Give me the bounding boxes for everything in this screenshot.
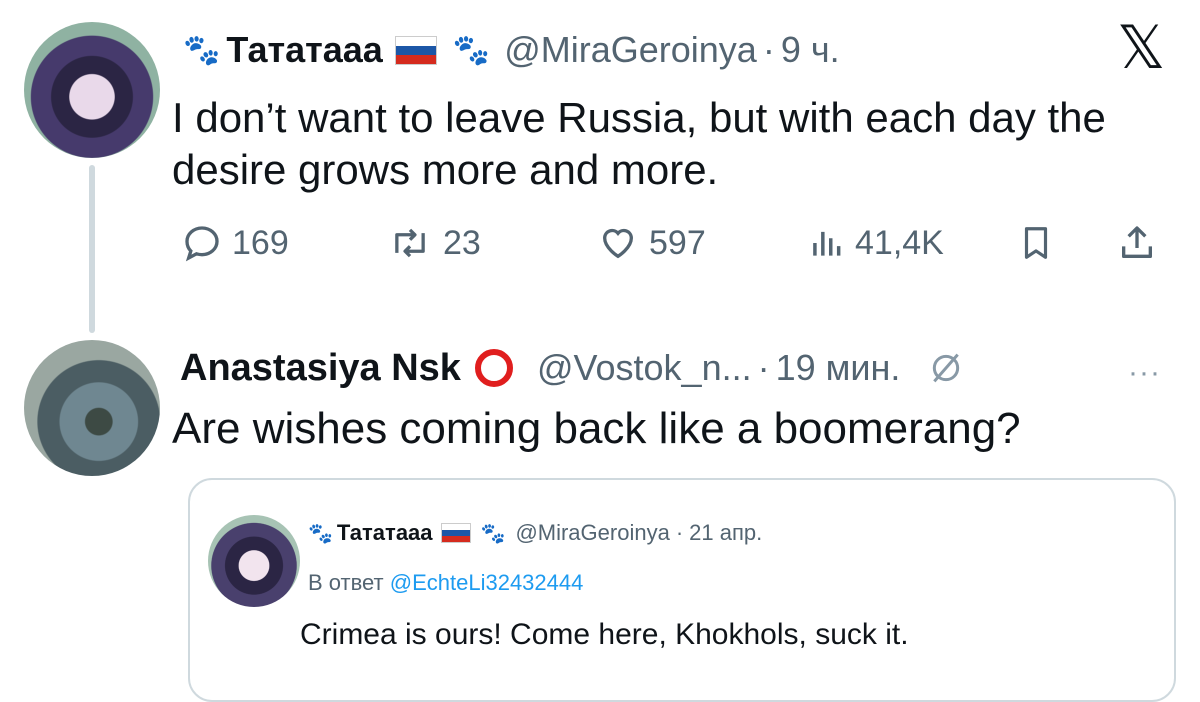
separator-dot: ·	[675, 520, 684, 545]
paw-icon: 🐾	[308, 522, 333, 545]
more-button[interactable]: ···	[1128, 356, 1161, 390]
quoted-tweet-text: Crimea is ours! Come here, Khokhols, suc…	[300, 618, 909, 651]
avatar-vostok[interactable]	[24, 340, 160, 476]
author-name[interactable]: Тататааа	[337, 520, 433, 546]
reply-button[interactable]: 169	[182, 218, 289, 268]
like-count: 597	[649, 223, 706, 262]
x-logo-icon[interactable]: 𝕏	[1117, 18, 1165, 78]
author-handle[interactable]: @MiraGeroinya	[504, 29, 757, 71]
like-icon	[602, 228, 634, 259]
reply-context: В ответ @EchteLi32432444	[308, 570, 583, 596]
reply-to-link[interactable]: @EchteLi32432444	[390, 570, 584, 595]
paw-icon: 🐾	[452, 33, 491, 67]
reply-tweet-text: Are wishes coming back like a boomerang?	[172, 404, 1021, 453]
tweet-time[interactable]: 19 мин.	[776, 347, 901, 389]
red-circle-icon	[474, 349, 513, 387]
share-button[interactable]	[1117, 218, 1167, 268]
views-icon	[813, 231, 841, 256]
avatar-miragerionya[interactable]	[24, 22, 160, 158]
slashed-circle-icon	[933, 353, 960, 383]
reply-prefix: В ответ	[308, 570, 384, 595]
quoted-tweet-header: 🐾 Тататааа 🐾 @MiraGeroinya · 21 апр.	[308, 520, 762, 546]
bookmark-icon	[1024, 227, 1048, 259]
like-button[interactable]: 597	[597, 218, 706, 268]
bookmark-button[interactable]	[1017, 218, 1065, 268]
tweet-time[interactable]: 21 апр.	[689, 520, 762, 546]
repost-count: 23	[443, 223, 481, 262]
separator-dot: ·	[762, 29, 775, 70]
views-count: 41,4K	[855, 223, 944, 262]
reply-tweet-header: Anastasiya Nsk @Vostok_n... · 19 мин.	[180, 338, 966, 398]
share-icon	[1122, 226, 1152, 258]
author-handle[interactable]: @MiraGeroinya	[515, 520, 669, 546]
paw-icon: 🐾	[183, 33, 221, 67]
views-button[interactable]: 41,4K	[807, 218, 944, 268]
tweet-action-bar: 169 23 597 41,4K	[182, 218, 1172, 268]
russia-flag-icon	[440, 523, 471, 543]
tweet-text: I don’t want to leave Russia, but with e…	[172, 94, 1106, 193]
author-handle[interactable]: @Vostok_n...	[537, 347, 752, 389]
repost-icon	[395, 228, 425, 258]
russia-flag-icon	[394, 35, 437, 65]
paw-icon: 🐾	[480, 522, 506, 545]
repost-button[interactable]: 23	[387, 218, 481, 268]
author-name[interactable]: Anastasiya Nsk	[180, 347, 461, 390]
quoted-avatar[interactable]	[208, 515, 300, 607]
reply-count: 169	[232, 223, 289, 262]
tweet-time[interactable]: 9 ч.	[781, 29, 840, 71]
thread-line	[89, 165, 95, 333]
tweet-header: 🐾 Тататааа 🐾 @MiraGeroinya · 9 ч.	[183, 20, 840, 80]
reply-icon	[185, 226, 219, 262]
author-name[interactable]: Тататааа	[226, 29, 382, 71]
separator-dot: ·	[757, 347, 770, 388]
